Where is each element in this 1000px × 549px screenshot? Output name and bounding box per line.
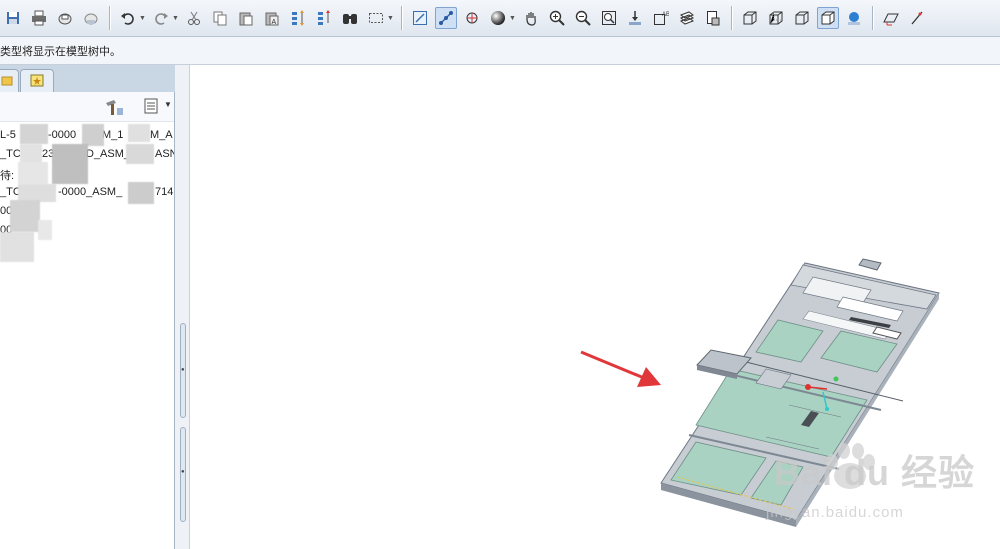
- tree-filter-dropdown-icon[interactable]: ▼: [164, 100, 172, 109]
- svg-text:A: A: [272, 19, 277, 26]
- tree-item-label: M_1: [102, 129, 124, 141]
- save-icon[interactable]: [2, 7, 24, 29]
- tree-item-label: L-5: [0, 129, 16, 141]
- mosaic-blur: [82, 124, 104, 146]
- select-dropdown-icon[interactable]: ▼: [387, 7, 394, 29]
- model-tree-toolbar: ▼: [0, 92, 174, 122]
- sketch-line-icon[interactable]: [906, 7, 928, 29]
- sketch-plane-icon[interactable]: [880, 7, 902, 29]
- tree-settings-hammer-icon[interactable]: [104, 98, 124, 116]
- shading-icon[interactable]: [817, 7, 839, 29]
- tree-item-label: -0000_ASM_: [58, 186, 123, 198]
- watermark-url: jingyan.baidu.com: [766, 504, 904, 521]
- edit-sketch-icon[interactable]: [409, 7, 431, 29]
- message-area: 类型将显示在模型树中。: [0, 37, 1000, 98]
- mosaic-blur: [20, 144, 42, 164]
- splitter-handle-dot: ●: [181, 367, 185, 373]
- status-message: 类型将显示在模型树中。: [0, 46, 121, 58]
- reorient-icon[interactable]: [624, 7, 646, 29]
- mosaic-blur: [20, 124, 48, 144]
- pan-hand-icon[interactable]: [520, 7, 542, 29]
- hidden-line-icon[interactable]: [765, 7, 787, 29]
- datum-display-icon[interactable]: [435, 7, 457, 29]
- regenerate-icon[interactable]: [287, 7, 309, 29]
- paste-icon[interactable]: [235, 7, 257, 29]
- send-mail-icon[interactable]: [54, 7, 76, 29]
- main-toolbar: ▼ ▼ A ▼ ▼ AB: [0, 0, 1000, 37]
- undo-icon[interactable]: [117, 7, 139, 29]
- svg-text:AB: AB: [662, 12, 669, 18]
- toolbar-separator: [401, 6, 402, 30]
- tree-item-label: ASN: [155, 148, 174, 160]
- undo-dropdown-icon[interactable]: ▼: [139, 7, 146, 29]
- saved-views-icon[interactable]: AB: [650, 7, 672, 29]
- mosaic-blur: [128, 124, 150, 142]
- appearance-sphere-icon[interactable]: [487, 7, 509, 29]
- baidu-watermark: Bai du 经验 jingyan.baidu.com: [756, 442, 1000, 532]
- tab-model-tree[interactable]: [0, 69, 19, 92]
- navigator-panel: ▼ L-5 -0000 M_1 M_A _TC 23 D_ASM_ ASN 待:…: [0, 65, 175, 549]
- tree-item-label: 714: [155, 186, 174, 198]
- layers-icon[interactable]: [676, 7, 698, 29]
- annotation-arrow: [580, 350, 661, 387]
- toolbar-separator: [872, 6, 873, 30]
- mosaic-blur: [128, 182, 154, 204]
- no-hidden-icon[interactable]: [791, 7, 813, 29]
- select-box-icon[interactable]: [365, 7, 387, 29]
- mosaic-blur: [38, 220, 52, 240]
- tree-item-label: -0000: [48, 129, 77, 141]
- folder-icon: [1, 76, 13, 86]
- favorites-icon: [30, 74, 44, 87]
- mosaic-blur: [126, 144, 154, 164]
- mail-attach-icon[interactable]: [80, 7, 102, 29]
- print-icon[interactable]: [28, 7, 50, 29]
- zoom-out-icon[interactable]: [572, 7, 594, 29]
- model-tree: ▼ L-5 -0000 M_1 M_A _TC 23 D_ASM_ ASN 待:…: [0, 92, 174, 549]
- copy-icon[interactable]: [209, 7, 231, 29]
- paste-special-icon[interactable]: A: [261, 7, 283, 29]
- tree-item-label: M_A: [150, 129, 173, 141]
- toolbar-separator: [731, 6, 732, 30]
- zoom-in-icon[interactable]: [546, 7, 568, 29]
- tree-item-label: _TC: [0, 148, 21, 160]
- panel-splitter[interactable]: ● ●: [175, 65, 190, 549]
- toolbar-separator: [109, 6, 110, 30]
- redo-dropdown-icon[interactable]: ▼: [172, 7, 179, 29]
- spin-center-icon[interactable]: [461, 7, 483, 29]
- mosaic-blur: [0, 232, 34, 262]
- mosaic-blur: [18, 162, 48, 184]
- mosaic-blur: [52, 144, 88, 184]
- wireframe-icon[interactable]: [739, 7, 761, 29]
- watermark-brand: Bai du 经验: [774, 452, 976, 493]
- view-manager-icon[interactable]: [702, 7, 724, 29]
- appearance-dropdown-icon[interactable]: ▼: [509, 7, 516, 29]
- refit-icon[interactable]: [598, 7, 620, 29]
- enhanced-realism-icon[interactable]: [843, 7, 865, 29]
- cut-icon[interactable]: [183, 7, 205, 29]
- tree-filter-icon[interactable]: [144, 98, 162, 114]
- redo-icon[interactable]: [150, 7, 172, 29]
- tree-item-label: D_ASM_: [86, 148, 131, 160]
- regenerate-manager-icon[interactable]: [313, 7, 335, 29]
- splitter-handle-dot: ●: [181, 469, 185, 475]
- navigator-tabs: [0, 65, 175, 92]
- find-icon[interactable]: [339, 7, 361, 29]
- tree-item-label: 待:: [0, 170, 15, 182]
- mosaic-blur: [10, 200, 40, 232]
- creo-window: ▼ ▼ A ▼ ▼ AB 类型将显示在模型树中。 ▼ L-5 -0000 M_1…: [0, 0, 1000, 549]
- tab-favorites[interactable]: [20, 69, 54, 92]
